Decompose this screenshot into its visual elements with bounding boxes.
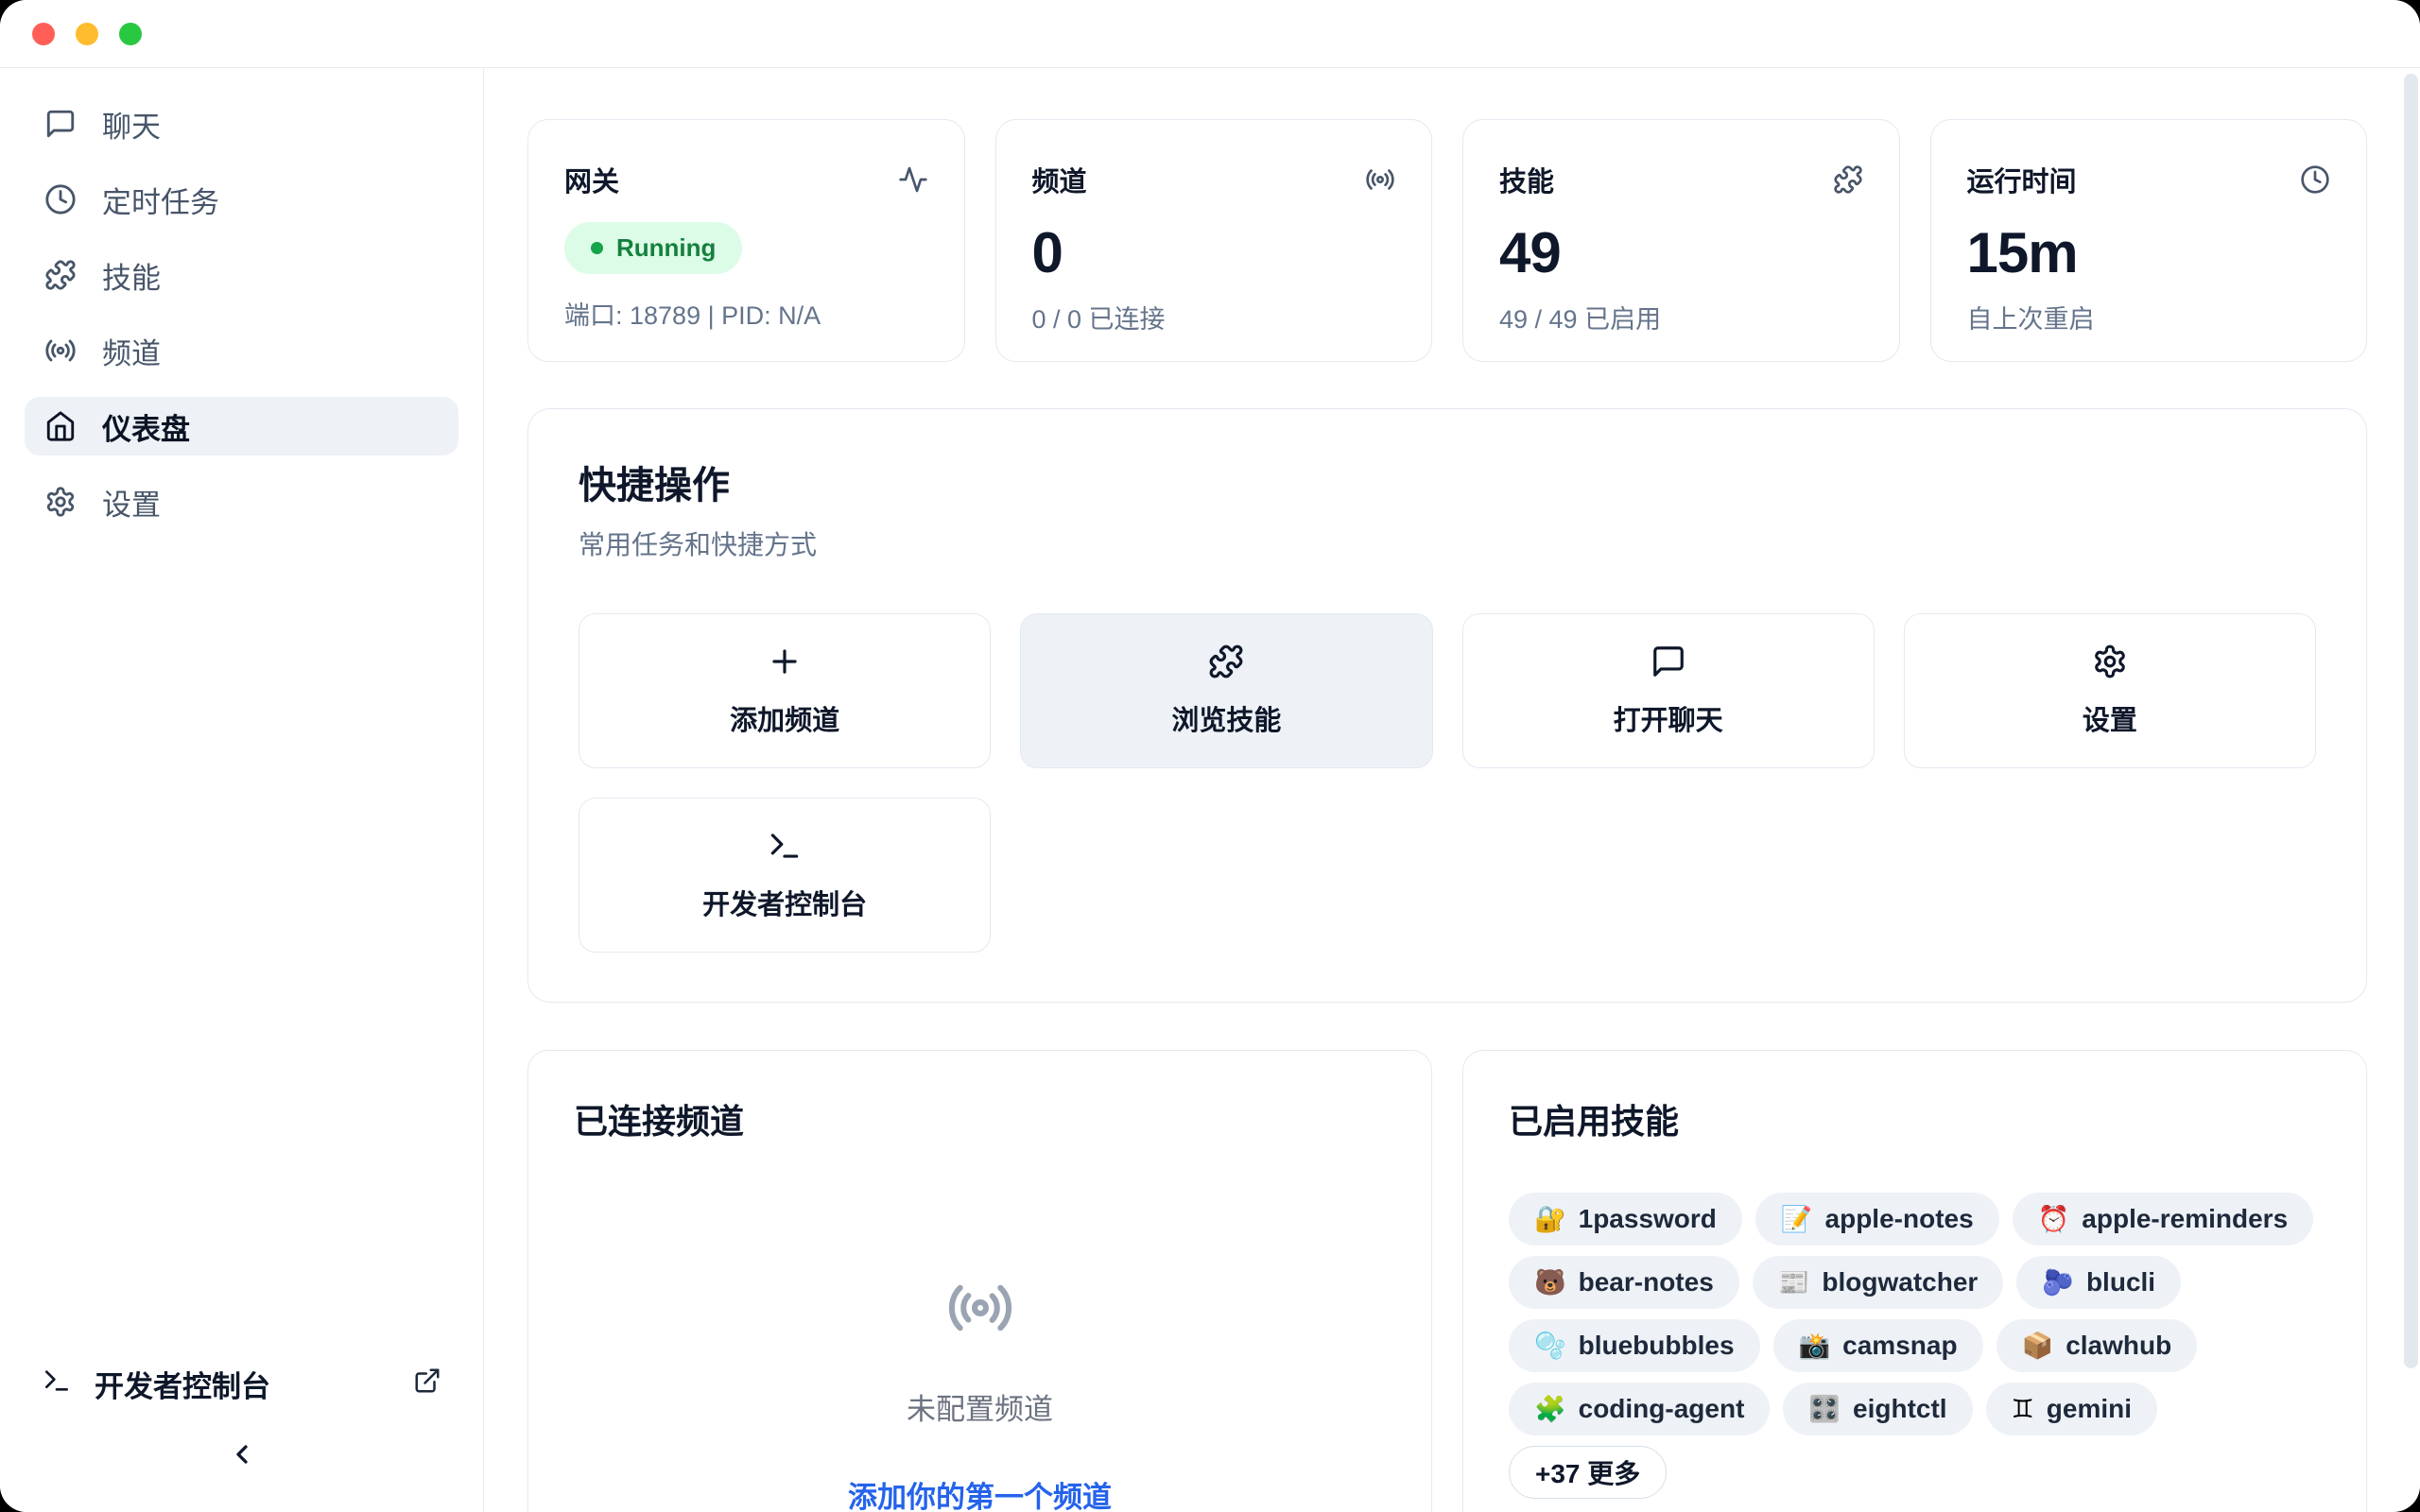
skill-emoji: 🔐 [1534,1204,1566,1234]
gear-icon [43,485,78,519]
skill-emoji: 🫧 [1534,1331,1566,1361]
close-button[interactable] [32,23,55,45]
sidebar-item-label: 定时任务 [102,179,219,221]
skill-tag: 📦clawhub [1996,1319,2198,1372]
sidebar-item-label: 频道 [102,330,161,372]
skill-emoji: 📦 [2022,1331,2054,1361]
sidebar-item-scheduled-tasks[interactable]: 定时任务 [25,170,458,229]
browse-skills-button[interactable]: 浏览技能 [1020,613,1432,768]
skill-tag: 🔐1password [1509,1193,1742,1246]
dev-console-link[interactable]: 开发者控制台 [42,1363,441,1405]
status-dot [591,242,603,254]
sidebar-item-channels[interactable]: 频道 [25,321,458,380]
chat-icon [1651,644,1686,679]
channels-detail: 0 / 0 已连接 [1032,299,1396,335]
enabled-skills-title: 已启用技能 [1509,1094,2321,1143]
skill-emoji: 🧩 [1534,1394,1566,1424]
uptime-detail: 自上次重启 [1967,299,2331,335]
plus-icon [767,644,803,679]
uptime-value: 15m [1967,220,2331,285]
clock-icon [2300,164,2330,195]
skill-emoji: ⏰ [2038,1204,2070,1234]
skill-emoji: ♊ [2012,1395,2034,1424]
skill-tag: 🫧bluebubbles [1509,1319,1760,1372]
dev-console-label: 开发者控制台 [95,1363,270,1405]
gateway-card: 网关 Running 端口: 18789 | PID: N/A [527,119,965,362]
quick-actions-panel: 快捷操作 常用任务和快捷方式 添加频道 浏览技能 打开聊天 [527,408,2367,1003]
skill-tag: ⏰apple-reminders [2013,1193,2313,1246]
clock-icon [43,182,78,216]
radio-icon [1365,164,1395,195]
skills-count: 49 [1499,220,1863,285]
sidebar-item-label: 仪表盘 [102,405,190,448]
sidebar-item-settings[interactable]: 设置 [25,472,458,531]
external-link-icon [413,1366,441,1402]
uptime-card-title: 运行时间 [1967,160,2077,199]
scrollbar-thumb[interactable] [2404,74,2418,1368]
settings-button[interactable]: 设置 [1904,613,2316,768]
connected-channels-card: 已连接频道 未配置频道 添加你的第一个频道 [527,1050,1432,1512]
more-skills-button[interactable]: +37 更多 [1509,1446,1667,1499]
skill-tag: 📰blogwatcher [1753,1256,2004,1309]
skill-emoji: 📝 [1781,1204,1813,1234]
titlebar [0,0,2420,68]
skill-emoji: 🫐 [2042,1267,2074,1297]
sidebar-item-dashboard[interactable]: 仪表盘 [25,397,458,455]
activity-icon [898,164,928,195]
gateway-detail: 端口: 18789 | PID: N/A [564,295,928,332]
skill-tag: 🐻bear-notes [1509,1256,1739,1309]
skill-tag: 📸camsnap [1773,1319,1983,1372]
gear-icon [2092,644,2128,679]
terminal-icon [42,1366,72,1403]
no-channels-text: 未配置频道 [907,1385,1053,1428]
skill-emoji: 🎛️ [1808,1394,1841,1424]
skill-tag: 🫐blucli [2016,1256,2181,1309]
chat-icon [43,107,78,141]
chevron-left-icon [227,1439,257,1469]
dev-console-button[interactable]: 开发者控制台 [579,798,991,953]
skill-tag: 🧩coding-agent [1509,1383,1770,1435]
skill-tag: ♊gemini [1986,1383,2157,1435]
channels-count: 0 [1032,220,1396,285]
open-chat-button[interactable]: 打开聊天 [1462,613,1875,768]
quick-actions-subtitle: 常用任务和快捷方式 [579,524,2316,562]
skills-card: 技能 49 49 / 49 已启用 [1462,119,1900,362]
skills-detail: 49 / 49 已启用 [1499,299,1863,335]
terminal-icon [767,828,803,864]
enabled-skills-card: 已启用技能 🔐1password 📝apple-notes ⏰apple-rem… [1462,1050,2367,1512]
puzzle-icon [1833,164,1863,195]
sidebar-item-label: 聊天 [102,103,161,146]
sidebar-item-label: 设置 [102,481,161,524]
add-first-channel-link[interactable]: 添加你的第一个频道 [848,1473,1112,1512]
collapse-sidebar-button[interactable] [227,1439,257,1474]
dashboard-content: 网关 Running 端口: 18789 | PID: N/A 频道 [484,68,2420,1512]
sidebar-item-skills[interactable]: 技能 [25,246,458,304]
skill-emoji: 🐻 [1534,1267,1566,1297]
skill-emoji: 📸 [1799,1331,1831,1361]
home-icon [43,409,78,443]
gateway-status-badge: Running [564,222,742,274]
connected-channels-title: 已连接频道 [574,1094,1386,1143]
skill-tag: 🎛️eightctl [1783,1383,1972,1435]
puzzle-icon [1208,644,1244,679]
skill-emoji: 📰 [1778,1267,1810,1297]
channels-card-title: 频道 [1032,160,1087,199]
skills-card-title: 技能 [1499,160,1554,199]
sidebar: 聊天 定时任务 技能 [0,68,484,1512]
radio-icon [43,334,78,368]
skill-tag: 📝apple-notes [1755,1193,1999,1246]
puzzle-icon [43,258,78,292]
zoom-button[interactable] [119,23,142,45]
sidebar-item-label: 技能 [102,254,161,297]
quick-actions-title: 快捷操作 [579,455,2316,509]
radio-icon [946,1274,1014,1342]
minimize-button[interactable] [76,23,98,45]
app-window: 聊天 定时任务 技能 [0,0,2420,1512]
channels-card: 频道 0 0 / 0 已连接 [995,119,1433,362]
uptime-card: 运行时间 15m 自上次重启 [1930,119,2368,362]
sidebar-item-chat[interactable]: 聊天 [25,94,458,153]
add-channel-button[interactable]: 添加频道 [579,613,991,768]
gateway-card-title: 网关 [564,160,619,199]
